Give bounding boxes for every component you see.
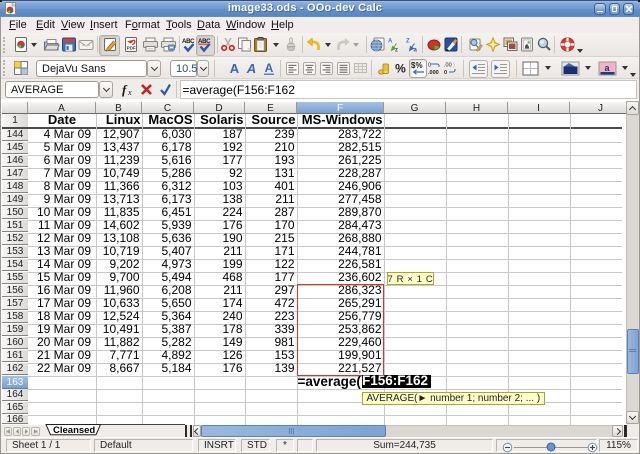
svg-text:A: A (246, 61, 256, 75)
svg-text:A: A (230, 61, 240, 75)
svg-text:x: x (127, 88, 132, 97)
svg-text:$%: $% (411, 61, 423, 70)
svg-text:A: A (388, 39, 393, 45)
svg-text:A: A (265, 61, 274, 75)
svg-text:PDF: PDF (127, 46, 136, 51)
svg-text:.000: .000 (428, 70, 439, 76)
svg-text:a: a (414, 48, 418, 53)
svg-text:.00: .00 (444, 63, 452, 69)
svg-text:0: 0 (428, 63, 431, 69)
svg-text:): ) (453, 63, 455, 69)
svg-text:0: 0 (444, 70, 447, 76)
svg-text:Z: Z (406, 39, 410, 45)
svg-text:%: % (395, 62, 406, 76)
